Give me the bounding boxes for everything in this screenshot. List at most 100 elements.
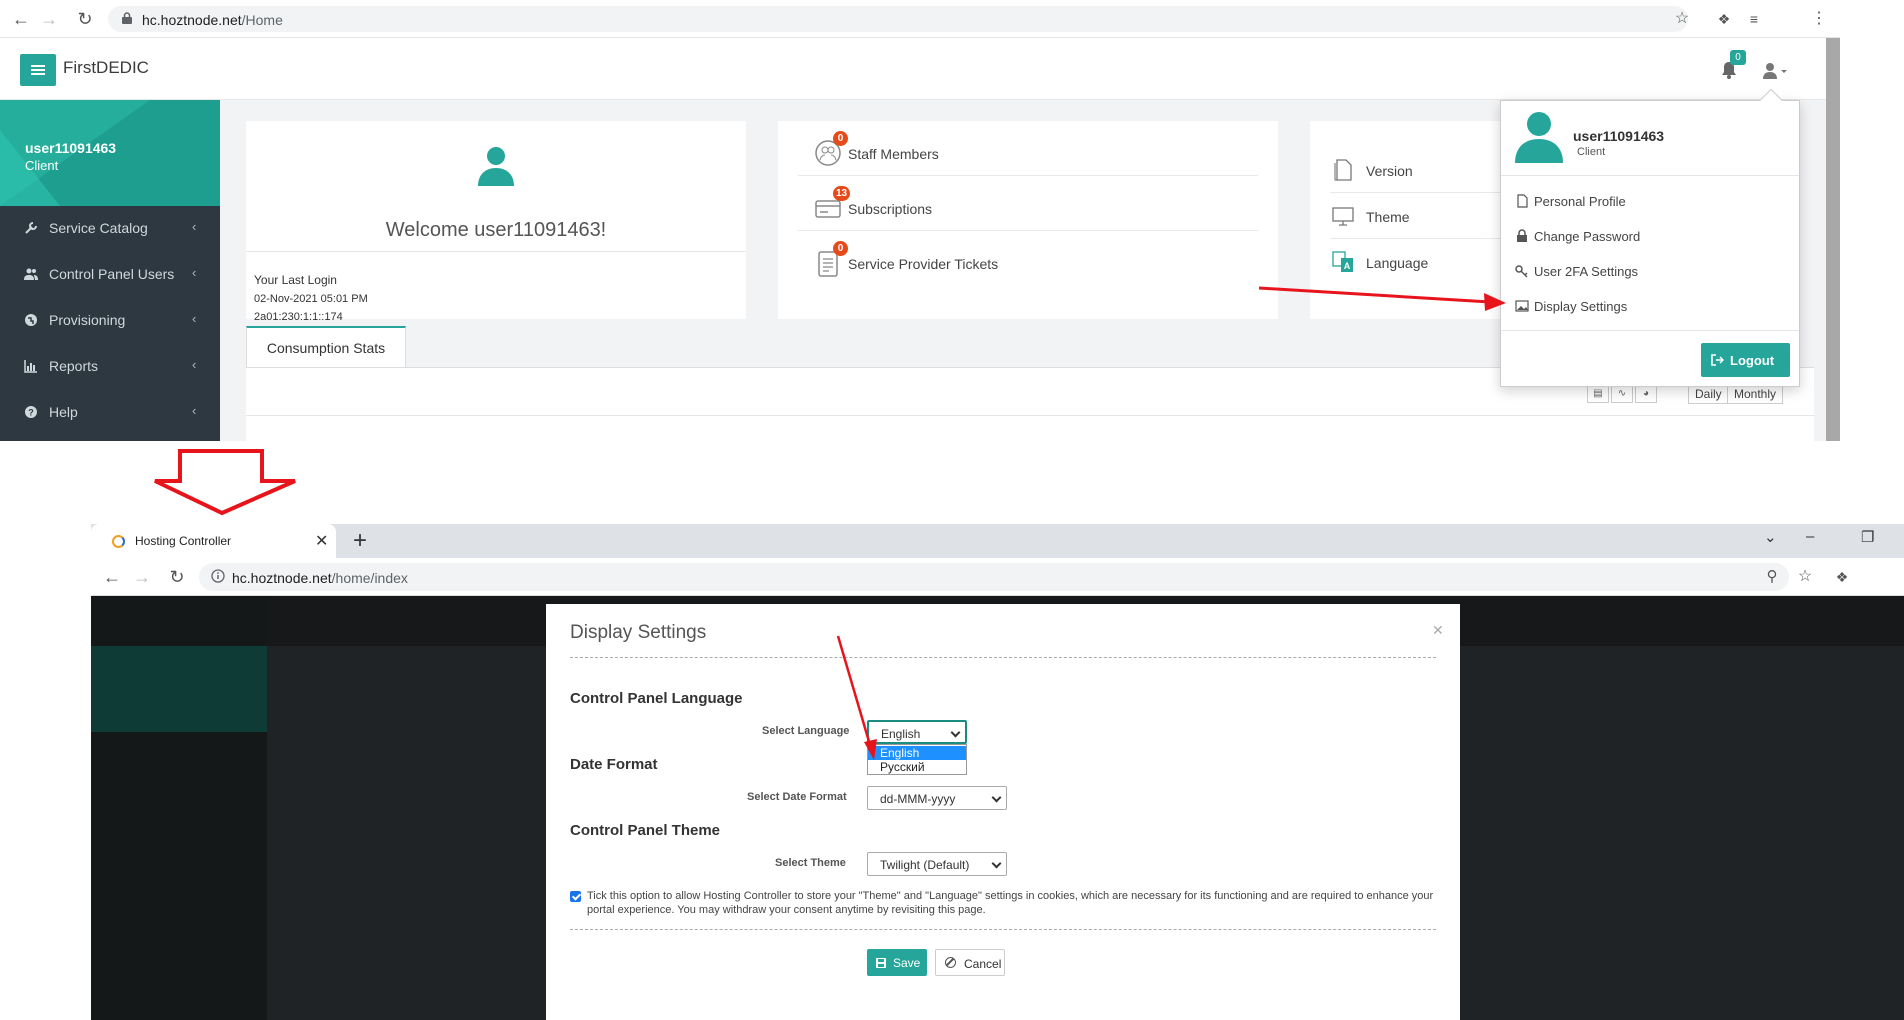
menu-item-change-password[interactable]: Change Password xyxy=(1515,225,1785,249)
url-text: hc.hoztnode.net/home/index xyxy=(232,570,408,586)
question-icon: ? xyxy=(25,406,37,418)
stat-label: Service Provider Tickets xyxy=(848,256,999,272)
sidebar-user-panel: user11091463 Client xyxy=(0,100,220,206)
theme-select[interactable]: Twilight (Default) xyxy=(867,852,1007,876)
menu-item-label: User 2FA Settings xyxy=(1534,264,1639,279)
svg-text:A: A xyxy=(1344,261,1351,271)
save-button[interactable]: Save xyxy=(867,949,927,976)
media-icon[interactable]: ≡ xyxy=(1743,8,1765,30)
line-chart-icon[interactable]: ∿ xyxy=(1611,385,1633,403)
welcome-heading: Welcome user11091463! xyxy=(385,219,607,241)
star-icon[interactable]: ☆ xyxy=(1671,8,1693,30)
sidebar-item-help[interactable]: ? Help ‹ xyxy=(0,390,220,436)
address-bar[interactable]: hc.hoztnode.net/home/index xyxy=(199,563,1789,591)
close-icon[interactable]: ✕ xyxy=(1432,622,1444,639)
menu-item-display-settings[interactable]: Display Settings xyxy=(1515,295,1785,319)
cancel-button[interactable]: Cancel xyxy=(935,949,1005,976)
sidebar-item-label: Help xyxy=(49,404,78,420)
stats-card: 0 Staff Members 13 Subscriptions 0 Servi… xyxy=(778,121,1278,319)
notification-badge: 0 xyxy=(1730,50,1746,65)
brand-name: FirstDEDIC xyxy=(63,58,149,77)
back-icon[interactable]: ← xyxy=(10,8,32,30)
extensions-icon[interactable]: ❖ xyxy=(1831,566,1853,588)
star-icon[interactable]: ☆ xyxy=(1794,566,1816,588)
forward-icon[interactable]: → xyxy=(38,8,60,30)
image-icon xyxy=(1515,300,1529,312)
monthly-button[interactable]: Monthly xyxy=(1727,384,1784,404)
save-label: Save xyxy=(893,956,921,970)
reload-icon[interactable]: ↻ xyxy=(166,566,188,588)
logout-label: Logout xyxy=(1730,353,1775,368)
minimize-icon[interactable]: – xyxy=(1806,528,1814,545)
language-select[interactable]: English xyxy=(867,720,967,744)
close-tab-icon[interactable]: ✕ xyxy=(315,531,328,551)
theme-section-title: Control Panel Theme xyxy=(570,822,721,839)
user-menu-icon[interactable] xyxy=(1762,62,1788,80)
welcome-card: Welcome user11091463! Your Last Login 02… xyxy=(246,121,746,323)
stat-label: Subscriptions xyxy=(848,201,933,217)
hamburger-button[interactable] xyxy=(20,54,56,86)
pie-chart-icon[interactable]: ◕ xyxy=(1635,385,1657,403)
chevron-down-icon xyxy=(991,792,1002,803)
menu-item-label: Change Password xyxy=(1534,229,1641,244)
stat-label: Staff Members xyxy=(848,146,939,162)
wrench-icon xyxy=(25,222,37,234)
last-login-date: 02-Nov-2021 05:01 PM xyxy=(254,293,368,305)
extensions-icon[interactable]: ❖ xyxy=(1713,8,1735,30)
address-bar[interactable]: hc.hoztnode.net/Home xyxy=(108,6,1688,32)
consent-checkbox[interactable] xyxy=(570,891,581,902)
new-tab-icon[interactable]: + xyxy=(353,527,367,555)
date-section-title: Date Format xyxy=(570,756,658,773)
sidebar-item-control-panel-users[interactable]: Control Panel Users ‹ xyxy=(0,252,220,298)
menu-item-user-2fa-settings[interactable]: User 2FA Settings xyxy=(1515,260,1785,284)
chevron-down-icon xyxy=(950,727,961,738)
svg-text:?: ? xyxy=(28,408,34,418)
consent-text: Tick this option to allow Hosting Contro… xyxy=(587,890,1434,916)
restore-icon[interactable]: ❐ xyxy=(1861,528,1874,546)
chevron-down-icon[interactable]: ⌄ xyxy=(1764,528,1777,546)
theme-label: Select Theme xyxy=(775,857,846,869)
language-option-russian[interactable]: Русский xyxy=(868,760,966,774)
tab-consumption-stats[interactable]: Consumption Stats xyxy=(246,326,406,368)
users-icon xyxy=(24,268,38,280)
language-value: English xyxy=(881,727,921,741)
stat-subscriptions[interactable]: 13 Subscriptions xyxy=(798,176,1258,231)
stat-service-provider-tickets[interactable]: 0 Service Provider Tickets xyxy=(798,231,1258,286)
language-option-english[interactable]: English xyxy=(868,746,966,760)
logout-button[interactable]: Logout xyxy=(1701,343,1790,377)
browser-tab[interactable]: Hosting Controller ✕ xyxy=(91,524,336,558)
back-icon[interactable]: ← xyxy=(101,566,123,588)
scrollbar[interactable] xyxy=(1826,38,1840,441)
bar-chart-icon[interactable]: ▤ xyxy=(1587,385,1609,403)
ban-icon xyxy=(945,957,956,968)
stat-staff-members[interactable]: 0 Staff Members xyxy=(798,121,1258,176)
user-dropdown-menu: user11091463 Client Personal Profile Cha… xyxy=(1500,88,1800,387)
favicon-icon xyxy=(112,535,125,548)
last-login-label: Your Last Login xyxy=(254,273,337,287)
date-format-label: Select Date Format xyxy=(747,791,847,803)
theme-value: Twilight (Default) xyxy=(880,858,970,872)
menu-item-label: Personal Profile xyxy=(1534,194,1626,209)
cancel-label: Cancel xyxy=(964,957,1002,971)
menu-kebab-icon[interactable]: ⋮ xyxy=(1808,8,1830,30)
sidebar-item-provisioning[interactable]: Provisioning ‹ xyxy=(0,298,220,344)
sidebar-item-label: Reports xyxy=(49,358,99,374)
sidebar-item-service-catalog[interactable]: Service Catalog ‹ xyxy=(0,206,220,252)
floppy-icon xyxy=(876,958,886,968)
dashboard-screenshot: ← → ↻ hc.hoztnode.net/Home ☆ ❖ ≡ ⋮ First… xyxy=(0,0,1840,441)
sidebar-user-role: Client xyxy=(25,158,59,173)
info-label: Theme xyxy=(1366,209,1410,225)
sidebar-item-label: Service Catalog xyxy=(49,220,148,236)
sidebar-item-reports[interactable]: Reports ‹ xyxy=(0,344,220,390)
date-format-select[interactable]: dd-MMM-yyyy xyxy=(867,786,1007,810)
daily-button[interactable]: Daily xyxy=(1688,384,1729,404)
reload-icon[interactable]: ↻ xyxy=(74,8,96,30)
info-label: Version xyxy=(1366,163,1413,179)
annotation-big-down-arrow xyxy=(154,449,296,516)
sidebar: user11091463 Client Service Catalog ‹ Co… xyxy=(0,100,220,441)
browser-toolbar: ← → ↻ hc.hoztnode.net/Home ☆ ❖ ≡ ⋮ xyxy=(0,0,1840,38)
zoom-icon[interactable]: ⚲ xyxy=(1761,566,1783,588)
menu-item-personal-profile[interactable]: Personal Profile xyxy=(1515,190,1785,214)
forward-icon[interactable]: → xyxy=(131,566,153,588)
chevron-left-icon: ‹ xyxy=(192,219,197,234)
